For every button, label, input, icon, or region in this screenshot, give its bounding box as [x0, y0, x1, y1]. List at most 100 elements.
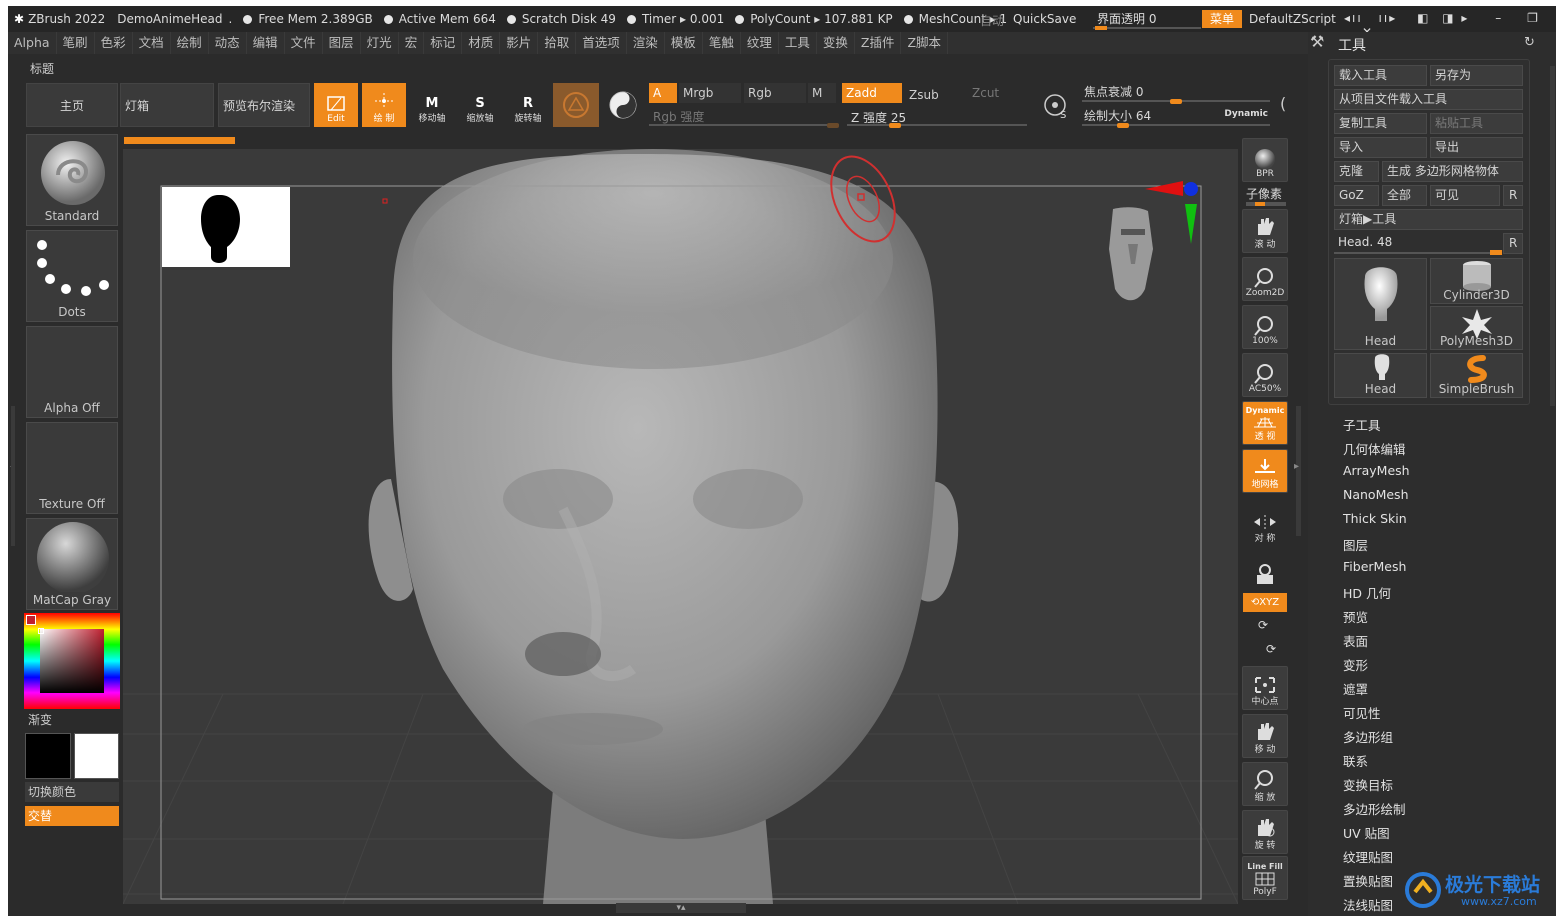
menu-item[interactable]: 动态 — [209, 32, 247, 54]
subpalette-item[interactable]: 几何体编辑 — [1343, 439, 1406, 458]
rgb-toggle[interactable]: Rgb — [744, 83, 806, 103]
subpalette-item[interactable]: ArrayMesh — [1343, 463, 1410, 478]
load-tool-button[interactable]: 载入工具 — [1334, 65, 1427, 86]
lightbox-button[interactable]: 灯箱 — [120, 83, 214, 127]
menu-item[interactable]: 编辑 — [247, 32, 285, 54]
rotate-view-button[interactable]: 旋 转 — [1242, 810, 1288, 854]
orientation-head-icon[interactable] — [1109, 207, 1153, 301]
menu-item[interactable]: 文件 — [285, 32, 323, 54]
main-color-swatch[interactable] — [25, 733, 71, 779]
menu-item[interactable]: 影片 — [500, 32, 539, 54]
alpha-selector[interactable]: Alpha Off — [26, 326, 118, 418]
subpixel-slider[interactable] — [1246, 202, 1286, 206]
subpalette-item[interactable]: 遮罩 — [1343, 679, 1368, 698]
tool-thumb-head-small[interactable]: Head — [1334, 353, 1427, 398]
menu-item[interactable]: 渲染 — [627, 32, 665, 54]
subpalette-item[interactable]: NanoMesh — [1343, 487, 1409, 502]
bpr-preview-button[interactable]: 预览布尔渲染 — [218, 83, 310, 127]
arrow-icon[interactable]: ▸ — [1461, 11, 1469, 25]
zoom2d-button[interactable]: Zoom2D — [1242, 257, 1288, 301]
default-zscript-button[interactable]: DefaultZScript — [1249, 12, 1336, 26]
line-fill-button[interactable]: Line Fill PolyF — [1242, 856, 1288, 900]
frame-button[interactable]: 中心点 — [1242, 666, 1288, 710]
subpalette-item[interactable]: 法线贴图 — [1343, 895, 1393, 914]
scale-gizmo-button[interactable]: S 缩放轴 — [458, 83, 502, 127]
zcut-toggle[interactable]: Zcut — [968, 83, 1028, 103]
viewport-bottom-handle-icon[interactable]: ▾▴ — [616, 903, 746, 913]
rotate-y-icon[interactable]: ⟳ — [1258, 618, 1268, 632]
subpalette-item[interactable]: 变形 — [1343, 655, 1368, 674]
subpalette-item[interactable]: 多边形绘制 — [1343, 799, 1406, 818]
menu-item[interactable]: 拾取 — [538, 32, 577, 54]
menu-item[interactable]: 宏 — [399, 32, 425, 54]
goz-r-button[interactable]: R — [1503, 185, 1523, 206]
bpr-button[interactable]: BPR — [1242, 138, 1288, 182]
m-toggle[interactable]: M — [808, 83, 836, 103]
gizmo-3d-button[interactable] — [553, 83, 599, 127]
alternate-button[interactable]: 交替 — [25, 806, 119, 826]
subpalette-item[interactable]: 表面 — [1343, 631, 1368, 650]
menu-item[interactable]: 标记 — [424, 32, 463, 54]
paste-tool-button[interactable]: 粘贴工具 — [1430, 113, 1523, 134]
menu-item[interactable]: 笔刷 — [57, 32, 95, 54]
copy-tool-button[interactable]: 复制工具 — [1334, 113, 1427, 134]
panel-scrollbar[interactable] — [1550, 66, 1555, 406]
lightbox-tools-button[interactable]: 灯箱▶工具 — [1334, 209, 1523, 230]
left-panel-scrollbar[interactable] — [11, 406, 15, 546]
draw-button[interactable]: 绘 制 — [362, 83, 406, 127]
tool-slider-r-button[interactable]: R — [1503, 233, 1523, 254]
texture-selector[interactable]: Texture Off — [26, 422, 118, 514]
load-from-project-button[interactable]: 从项目文件载入工具 — [1334, 89, 1523, 110]
subpalette-item[interactable]: HD 几何 — [1343, 583, 1391, 602]
subpalette-item[interactable]: Thick Skin — [1343, 511, 1407, 526]
edit-button[interactable]: Edit — [314, 83, 358, 127]
menu-item[interactable]: 首选项 — [576, 32, 627, 54]
z-intensity-slider[interactable]: Z 强度 25 — [847, 106, 1027, 128]
menu-item[interactable]: 笔触 — [703, 32, 741, 54]
subpalette-item[interactable]: 置换贴图 — [1343, 871, 1393, 890]
menu-button[interactable]: 菜单 — [1202, 10, 1242, 28]
focal-shift-slider[interactable]: 焦点衰减 0 — [1082, 82, 1270, 104]
tool-thumb-simplebrush[interactable]: SimpleBrush — [1430, 353, 1523, 398]
subpalette-item[interactable]: 纹理贴图 — [1343, 847, 1393, 866]
scale-view-button[interactable]: 缩 放 — [1242, 762, 1288, 806]
switch-color-button[interactable]: 切换颜色 — [25, 782, 119, 802]
menu-item[interactable]: 文档 — [133, 32, 171, 54]
make-polymesh-button[interactable]: 生成 多边形网格物体 — [1382, 161, 1523, 182]
viewport-canvas[interactable] — [123, 149, 1238, 904]
menu-item[interactable]: 材质 — [462, 32, 501, 54]
menu-item[interactable]: Alpha — [8, 32, 57, 54]
local-transform-button[interactable] — [1242, 546, 1288, 590]
rotate-z-icon[interactable]: ⟳ — [1266, 642, 1276, 656]
perspective-button[interactable]: Dynamic 透 视 — [1242, 401, 1288, 445]
tool-thumb-cylinder[interactable]: Cylinder3D — [1430, 258, 1523, 304]
quicksave-button[interactable]: QuickSave — [1013, 12, 1076, 26]
ui-transparency-slider[interactable]: 界面透明 0 — [1093, 8, 1201, 30]
rotate-gizmo-button[interactable]: R 旋转轴 — [506, 83, 550, 127]
goz-button[interactable]: GoZ — [1334, 185, 1379, 206]
menu-item[interactable]: Z插件 — [855, 32, 902, 54]
minimize-icon[interactable]: – — [1495, 11, 1503, 25]
zadd-toggle[interactable]: Zadd — [842, 83, 902, 103]
menu-item[interactable]: Z脚本 — [901, 32, 949, 54]
layout-left-icon[interactable]: ◧ — [1417, 11, 1430, 25]
move-gizmo-button[interactable]: M 移动轴 — [410, 83, 454, 127]
secondary-color-swatch[interactable] — [74, 733, 119, 779]
subpalette-item[interactable]: 子工具 — [1343, 415, 1381, 434]
home-button[interactable]: 主页 — [26, 83, 118, 127]
menu-item[interactable]: 灯光 — [361, 32, 399, 54]
menu-item[interactable]: 模板 — [665, 32, 703, 54]
subpalette-item[interactable]: 变换目标 — [1343, 775, 1393, 794]
stroke-selector[interactable]: Dots — [26, 230, 118, 322]
xyz-rotate-button[interactable]: ⟲XYZ — [1243, 593, 1287, 612]
subpalette-item[interactable]: 可见性 — [1343, 703, 1381, 722]
color-picker[interactable] — [24, 613, 120, 709]
menu-item[interactable]: 色彩 — [95, 32, 133, 54]
actual-size-button[interactable]: 100% — [1242, 305, 1288, 349]
sdiv-button[interactable]: S — [1034, 85, 1078, 127]
clone-button[interactable]: 克隆 — [1334, 161, 1379, 182]
expand-icon[interactable]: ıı▸ — [1379, 11, 1398, 25]
floor-grid-button[interactable]: 地网格 — [1242, 449, 1288, 493]
gradient-label[interactable]: 渐变 — [28, 711, 52, 728]
right-collapse-icon[interactable]: ▸ — [1294, 461, 1299, 472]
